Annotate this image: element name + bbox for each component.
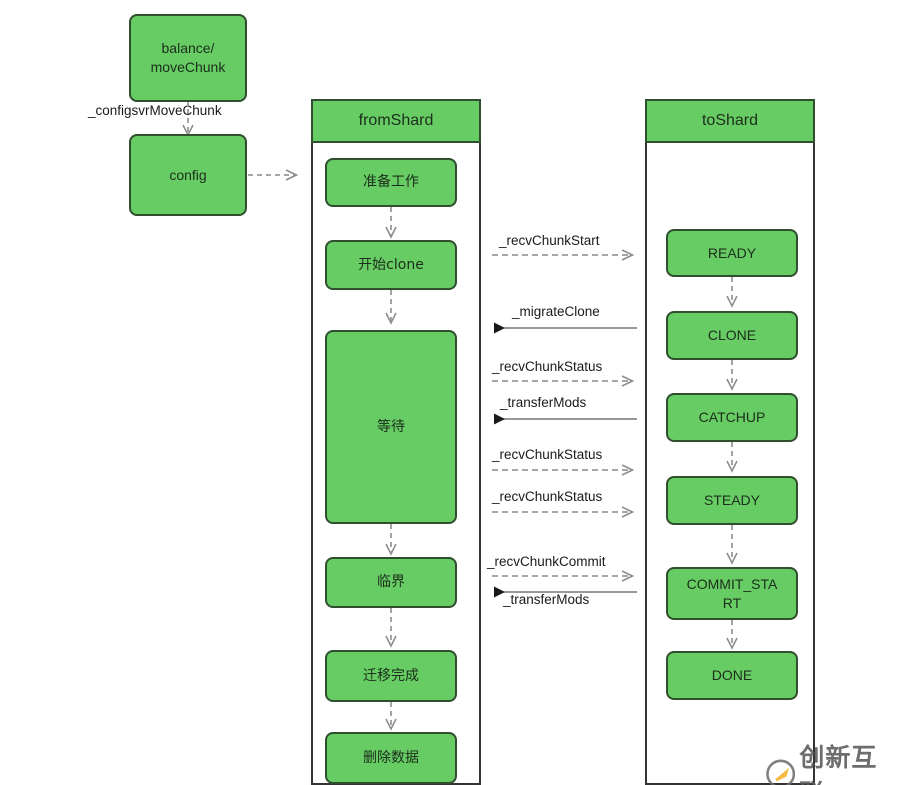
x-logo-icon	[766, 759, 796, 785]
message-label-recvchunkstart: _recvChunkStart	[499, 233, 600, 248]
message-label-recvchunkcommit: _recvChunkCommit	[487, 554, 606, 569]
fromshard-step-delete-data[interactable]: 删除数据	[325, 732, 457, 784]
toshard-state-clone[interactable]: CLONE	[666, 311, 798, 360]
toshard-state-done[interactable]: DONE	[666, 651, 798, 700]
fromshard-step-prepare[interactable]: 准备工作	[325, 158, 457, 207]
watermark: 创新互联	[766, 738, 901, 785]
fromshard-step-migrate-done[interactable]: 迁移完成	[325, 650, 457, 702]
node-config[interactable]: config	[129, 134, 247, 216]
label-configsvr-movechunk: _configsvrMoveChunk	[88, 103, 222, 118]
lane-header-toshard: toShard	[645, 99, 815, 143]
fromshard-step-critical[interactable]: 临界	[325, 557, 457, 608]
watermark-text: 创新互联	[799, 743, 878, 785]
message-label-recvchunkstatus-2: _recvChunkStatus	[492, 447, 603, 462]
fromshard-step-start-clone[interactable]: 开始clone	[325, 240, 457, 290]
message-label-recvchunkstatus-1: _recvChunkStatus	[492, 359, 603, 374]
toshard-state-commit-start[interactable]: COMMIT_STA RT	[666, 567, 798, 620]
diagram-canvas: balance/ moveChunk _configsvrMoveChunk c…	[0, 0, 901, 785]
node-balance-movechunk[interactable]: balance/ moveChunk	[129, 14, 247, 102]
message-label-recvchunkstatus-3: _recvChunkStatus	[492, 489, 603, 504]
toshard-state-ready[interactable]: READY	[666, 229, 798, 277]
fromshard-step-wait[interactable]: 等待	[325, 330, 457, 524]
toshard-state-catchup[interactable]: CATCHUP	[666, 393, 798, 442]
toshard-state-steady[interactable]: STEADY	[666, 476, 798, 525]
message-label-transfermods-1: _transferMods	[500, 395, 587, 410]
message-label-transfermods-2: _transferMods	[503, 592, 590, 607]
message-label-migrateclone: _migrateClone	[512, 304, 600, 319]
lane-header-fromshard: fromShard	[311, 99, 481, 143]
